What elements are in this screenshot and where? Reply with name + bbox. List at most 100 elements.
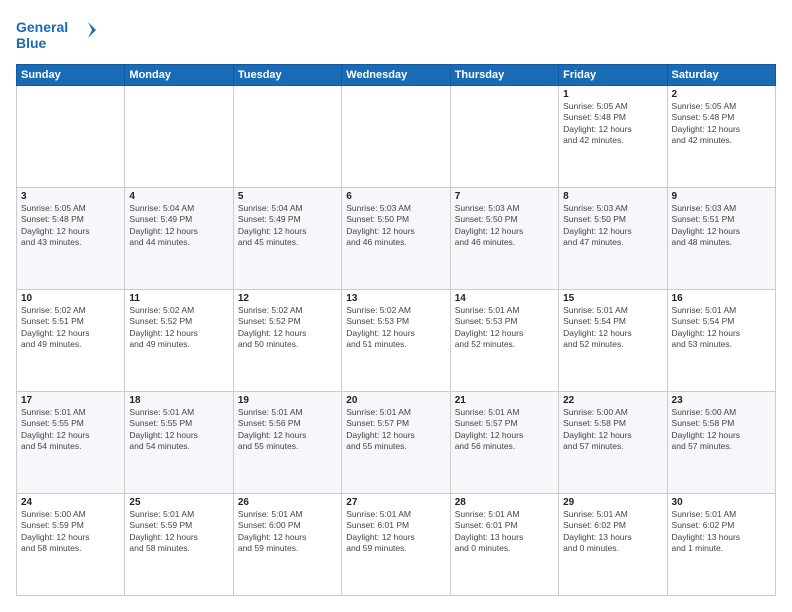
calendar-cell: 23Sunrise: 5:00 AM Sunset: 5:58 PM Dayli…: [667, 392, 775, 494]
calendar-cell: 9Sunrise: 5:03 AM Sunset: 5:51 PM Daylig…: [667, 188, 775, 290]
day-info: Sunrise: 5:01 AM Sunset: 6:01 PM Dayligh…: [455, 509, 554, 555]
day-number: 14: [455, 293, 554, 304]
day-info: Sunrise: 5:01 AM Sunset: 6:00 PM Dayligh…: [238, 509, 337, 555]
day-number: 28: [455, 497, 554, 508]
day-number: 1: [563, 89, 662, 100]
day-number: 27: [346, 497, 445, 508]
calendar-cell: 22Sunrise: 5:00 AM Sunset: 5:58 PM Dayli…: [559, 392, 667, 494]
day-info: Sunrise: 5:05 AM Sunset: 5:48 PM Dayligh…: [21, 203, 120, 249]
day-number: 29: [563, 497, 662, 508]
calendar-header-tuesday: Tuesday: [233, 65, 341, 86]
calendar-cell: 13Sunrise: 5:02 AM Sunset: 5:53 PM Dayli…: [342, 290, 450, 392]
day-info: Sunrise: 5:01 AM Sunset: 5:57 PM Dayligh…: [346, 407, 445, 453]
calendar-cell: 15Sunrise: 5:01 AM Sunset: 5:54 PM Dayli…: [559, 290, 667, 392]
day-info: Sunrise: 5:01 AM Sunset: 5:56 PM Dayligh…: [238, 407, 337, 453]
calendar-header-saturday: Saturday: [667, 65, 775, 86]
calendar-cell: 8Sunrise: 5:03 AM Sunset: 5:50 PM Daylig…: [559, 188, 667, 290]
calendar-cell: 24Sunrise: 5:00 AM Sunset: 5:59 PM Dayli…: [17, 494, 125, 596]
calendar-cell: 16Sunrise: 5:01 AM Sunset: 5:54 PM Dayli…: [667, 290, 775, 392]
day-info: Sunrise: 5:01 AM Sunset: 5:55 PM Dayligh…: [129, 407, 228, 453]
day-info: Sunrise: 5:01 AM Sunset: 6:01 PM Dayligh…: [346, 509, 445, 555]
day-number: 25: [129, 497, 228, 508]
day-info: Sunrise: 5:00 AM Sunset: 5:59 PM Dayligh…: [21, 509, 120, 555]
calendar-cell: [125, 86, 233, 188]
calendar-cell: 20Sunrise: 5:01 AM Sunset: 5:57 PM Dayli…: [342, 392, 450, 494]
calendar-header-sunday: Sunday: [17, 65, 125, 86]
day-info: Sunrise: 5:05 AM Sunset: 5:48 PM Dayligh…: [563, 101, 662, 147]
day-number: 13: [346, 293, 445, 304]
calendar-header-monday: Monday: [125, 65, 233, 86]
day-info: Sunrise: 5:02 AM Sunset: 5:51 PM Dayligh…: [21, 305, 120, 351]
calendar-week-4: 17Sunrise: 5:01 AM Sunset: 5:55 PM Dayli…: [17, 392, 776, 494]
page: General Blue SundayMondayTuesdayWednesda…: [0, 0, 792, 612]
day-info: Sunrise: 5:01 AM Sunset: 6:02 PM Dayligh…: [672, 509, 771, 555]
day-info: Sunrise: 5:01 AM Sunset: 5:55 PM Dayligh…: [21, 407, 120, 453]
day-info: Sunrise: 5:03 AM Sunset: 5:51 PM Dayligh…: [672, 203, 771, 249]
day-info: Sunrise: 5:04 AM Sunset: 5:49 PM Dayligh…: [238, 203, 337, 249]
calendar-week-1: 1Sunrise: 5:05 AM Sunset: 5:48 PM Daylig…: [17, 86, 776, 188]
day-number: 20: [346, 395, 445, 406]
calendar-cell: 5Sunrise: 5:04 AM Sunset: 5:49 PM Daylig…: [233, 188, 341, 290]
calendar-cell: 29Sunrise: 5:01 AM Sunset: 6:02 PM Dayli…: [559, 494, 667, 596]
day-number: 7: [455, 191, 554, 202]
day-info: Sunrise: 5:05 AM Sunset: 5:48 PM Dayligh…: [672, 101, 771, 147]
day-number: 17: [21, 395, 120, 406]
day-number: 11: [129, 293, 228, 304]
calendar-cell: 1Sunrise: 5:05 AM Sunset: 5:48 PM Daylig…: [559, 86, 667, 188]
day-number: 18: [129, 395, 228, 406]
day-number: 5: [238, 191, 337, 202]
day-info: Sunrise: 5:01 AM Sunset: 6:02 PM Dayligh…: [563, 509, 662, 555]
calendar-cell: 6Sunrise: 5:03 AM Sunset: 5:50 PM Daylig…: [342, 188, 450, 290]
day-info: Sunrise: 5:04 AM Sunset: 5:49 PM Dayligh…: [129, 203, 228, 249]
calendar-cell: 2Sunrise: 5:05 AM Sunset: 5:48 PM Daylig…: [667, 86, 775, 188]
calendar-cell: 30Sunrise: 5:01 AM Sunset: 6:02 PM Dayli…: [667, 494, 775, 596]
calendar-cell: 12Sunrise: 5:02 AM Sunset: 5:52 PM Dayli…: [233, 290, 341, 392]
day-info: Sunrise: 5:01 AM Sunset: 5:54 PM Dayligh…: [563, 305, 662, 351]
calendar-header-wednesday: Wednesday: [342, 65, 450, 86]
day-number: 3: [21, 191, 120, 202]
svg-text:Blue: Blue: [16, 35, 47, 51]
calendar-week-5: 24Sunrise: 5:00 AM Sunset: 5:59 PM Dayli…: [17, 494, 776, 596]
calendar-cell: 7Sunrise: 5:03 AM Sunset: 5:50 PM Daylig…: [450, 188, 558, 290]
calendar-cell: 10Sunrise: 5:02 AM Sunset: 5:51 PM Dayli…: [17, 290, 125, 392]
day-number: 22: [563, 395, 662, 406]
calendar-cell: 27Sunrise: 5:01 AM Sunset: 6:01 PM Dayli…: [342, 494, 450, 596]
day-number: 10: [21, 293, 120, 304]
day-number: 19: [238, 395, 337, 406]
calendar-cell: 18Sunrise: 5:01 AM Sunset: 5:55 PM Dayli…: [125, 392, 233, 494]
header: General Blue: [16, 16, 776, 56]
day-number: 4: [129, 191, 228, 202]
calendar-header-row: SundayMondayTuesdayWednesdayThursdayFrid…: [17, 65, 776, 86]
day-info: Sunrise: 5:01 AM Sunset: 5:59 PM Dayligh…: [129, 509, 228, 555]
calendar-cell: 19Sunrise: 5:01 AM Sunset: 5:56 PM Dayli…: [233, 392, 341, 494]
svg-text:General: General: [16, 19, 68, 35]
calendar-cell: [342, 86, 450, 188]
day-number: 6: [346, 191, 445, 202]
calendar-cell: 28Sunrise: 5:01 AM Sunset: 6:01 PM Dayli…: [450, 494, 558, 596]
calendar-cell: 14Sunrise: 5:01 AM Sunset: 5:53 PM Dayli…: [450, 290, 558, 392]
calendar-cell: 17Sunrise: 5:01 AM Sunset: 5:55 PM Dayli…: [17, 392, 125, 494]
day-info: Sunrise: 5:03 AM Sunset: 5:50 PM Dayligh…: [346, 203, 445, 249]
calendar-cell: 26Sunrise: 5:01 AM Sunset: 6:00 PM Dayli…: [233, 494, 341, 596]
day-number: 24: [21, 497, 120, 508]
day-number: 30: [672, 497, 771, 508]
day-info: Sunrise: 5:02 AM Sunset: 5:53 PM Dayligh…: [346, 305, 445, 351]
day-number: 21: [455, 395, 554, 406]
day-number: 2: [672, 89, 771, 100]
calendar-week-2: 3Sunrise: 5:05 AM Sunset: 5:48 PM Daylig…: [17, 188, 776, 290]
day-number: 8: [563, 191, 662, 202]
calendar-cell: 3Sunrise: 5:05 AM Sunset: 5:48 PM Daylig…: [17, 188, 125, 290]
calendar-header-thursday: Thursday: [450, 65, 558, 86]
day-info: Sunrise: 5:01 AM Sunset: 5:54 PM Dayligh…: [672, 305, 771, 351]
day-info: Sunrise: 5:01 AM Sunset: 5:53 PM Dayligh…: [455, 305, 554, 351]
day-info: Sunrise: 5:03 AM Sunset: 5:50 PM Dayligh…: [563, 203, 662, 249]
calendar-cell: 4Sunrise: 5:04 AM Sunset: 5:49 PM Daylig…: [125, 188, 233, 290]
calendar-cell: 11Sunrise: 5:02 AM Sunset: 5:52 PM Dayli…: [125, 290, 233, 392]
logo-svg: General Blue: [16, 16, 96, 56]
day-number: 26: [238, 497, 337, 508]
calendar-cell: [17, 86, 125, 188]
calendar-cell: [450, 86, 558, 188]
calendar-cell: 25Sunrise: 5:01 AM Sunset: 5:59 PM Dayli…: [125, 494, 233, 596]
day-number: 15: [563, 293, 662, 304]
day-info: Sunrise: 5:00 AM Sunset: 5:58 PM Dayligh…: [672, 407, 771, 453]
